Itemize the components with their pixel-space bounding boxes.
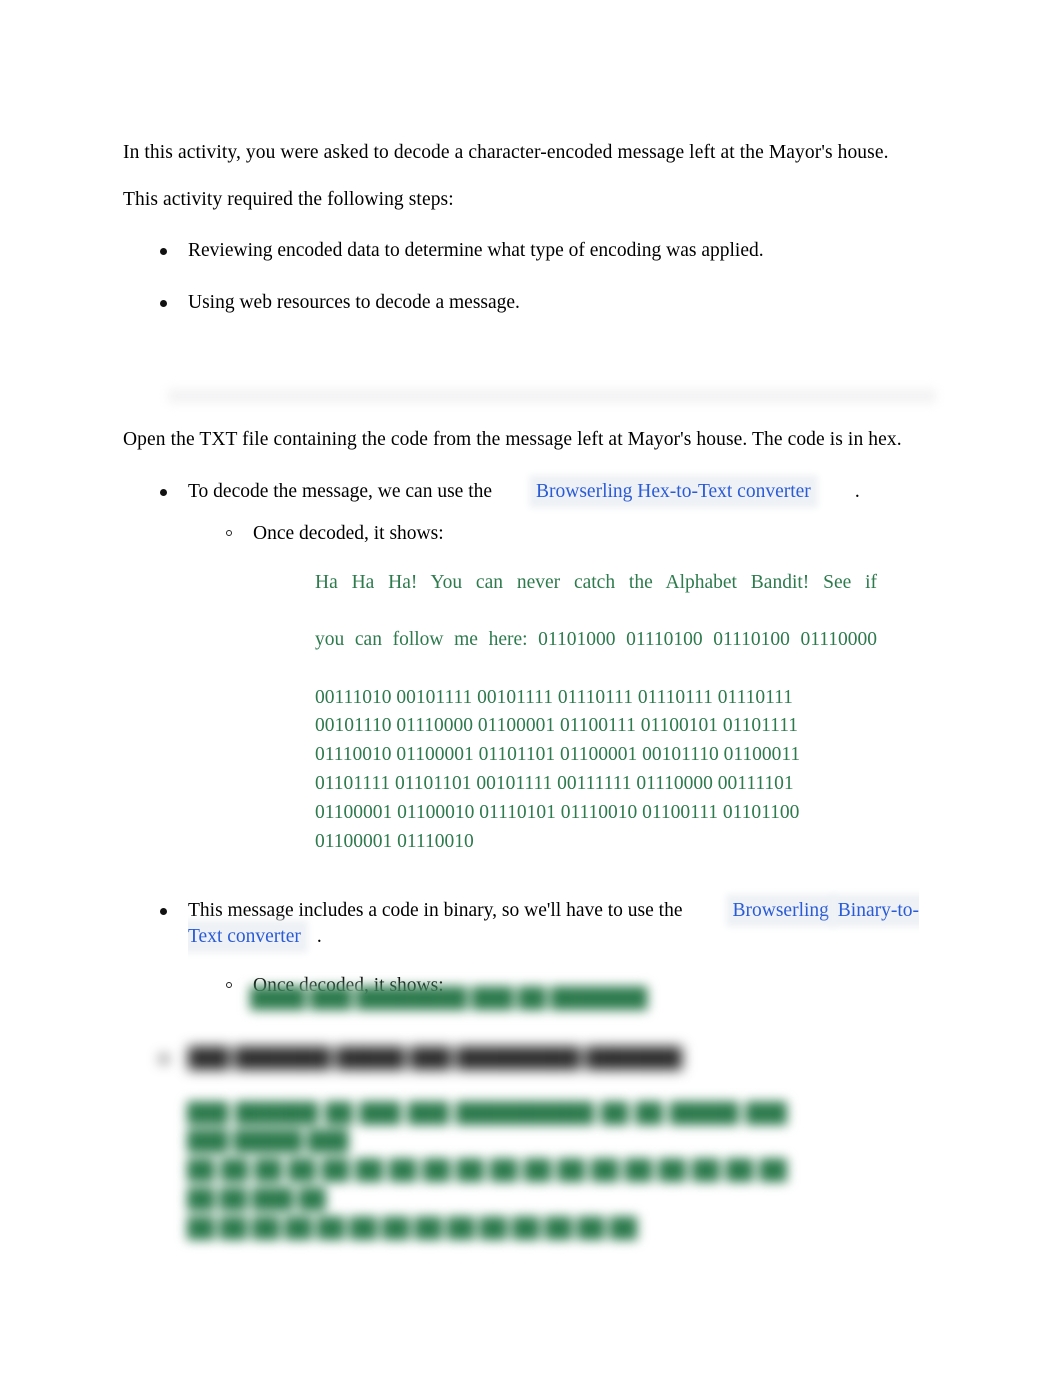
decoded-hex-message: Ha Ha Ha! You can never catch the Alphab… <box>188 569 877 857</box>
decoded-line: 00101110 01110000 01100001 01100111 0110… <box>315 715 798 737</box>
list-item: Once decoded, it shows: <box>188 521 939 547</box>
open-file-paragraph: Open the TXT file containing the code fr… <box>123 429 902 450</box>
decoded-line: 01110010 01100001 01101101 01100001 0010… <box>315 744 801 766</box>
list-item-hex-decode: To decode the message, we can use the Bro… <box>123 479 939 857</box>
redacted-line: ██ ██ ██ ██ ██ ██ ██ ██ ██ ██ ██ ██ ██ █… <box>187 1160 787 1210</box>
document-content: In this activity, you were asked to deco… <box>123 140 939 999</box>
browserling-hex-to-text-link[interactable]: Browserling Hex-to-Text converter <box>534 479 813 503</box>
document-page: In this activity, you were asked to deco… <box>0 0 1062 1377</box>
step-text: Using web resources to decode a message. <box>188 291 520 313</box>
redacted-bullet-item: ███ ███████ █████ ███ █████████ ███████ <box>123 1046 939 1072</box>
step-text: Reviewing encoded data to determine what… <box>188 240 764 261</box>
redacted-decoded-binary-text: ████ ███ ████████ ███ ██ ███████ <box>250 985 648 1012</box>
trailing-period: . <box>316 925 322 947</box>
list-item: Using web resources to decode a message. <box>123 290 939 316</box>
decoded-line: 00111010 00101111 00101111 01110111 0111… <box>315 686 793 708</box>
decoded-line: 01100001 01100010 01110101 01110010 0110… <box>315 801 800 823</box>
once-decoded-label: Once decoded, it shows: <box>253 523 444 544</box>
steps-list: Reviewing encoded data to determine what… <box>123 238 939 315</box>
hex-sub-list: Once decoded, it shows: <box>188 521 939 547</box>
redacted-bullet-text: ███ ███████ █████ ███ █████████ ███████ <box>188 1048 683 1069</box>
decoded-line: 01101111 01101101 00101111 00111111 0111… <box>315 773 794 795</box>
divider-spacer <box>123 315 939 427</box>
list-item: Reviewing encoded data to determine what… <box>123 238 939 264</box>
binary-bullet-text: This message includes a code in binary, … <box>188 900 683 922</box>
redacted-region: ████ ███ ████████ ███ ██ ███████ ███ ███… <box>123 985 939 1243</box>
hex-bullet-text: To decode the message, we can use the <box>188 480 493 502</box>
decode-steps-list: To decode the message, we can use the Bro… <box>123 479 939 999</box>
decoded-line: Ha Ha Ha! You can never catch the Alphab… <box>315 571 877 593</box>
redacted-line: ███ ██████ ██ ███ ███ ██████████ ██ ██ █… <box>187 1102 787 1153</box>
list-item-binary-decode: This message includes a code in binary, … <box>123 898 939 999</box>
redacted-line: ██ ██ ██ ██ ██ ██ ██ ██ ██ ██ ██ ██ ██ █… <box>187 1217 638 1239</box>
redacted-final-message: ███ ██████ ██ ███ ███ ██████████ ██ ██ █… <box>123 1100 787 1244</box>
steps-heading: This activity required the following ste… <box>123 188 454 210</box>
redacted-decoded-binary-row: ████ ███ ████████ ███ ██ ███████ <box>123 985 939 1012</box>
decoded-line: 01100001 01110010 <box>315 830 474 852</box>
trailing-period: . <box>854 480 860 502</box>
browserling-binary-to-text-link-part1[interactable]: Browserling <box>730 899 831 923</box>
decoded-line: you can follow me here: 01101000 0111010… <box>315 629 877 651</box>
intro-paragraph: In this activity, you were asked to deco… <box>123 142 889 163</box>
